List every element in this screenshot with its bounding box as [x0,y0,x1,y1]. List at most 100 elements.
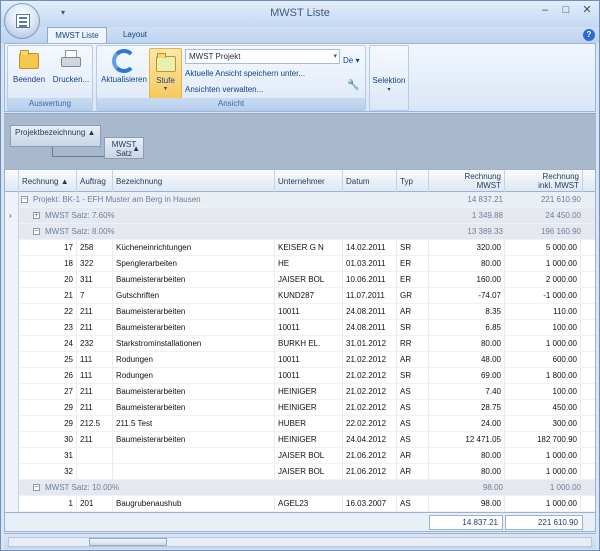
cell-unternehmer[interactable]: JAISER BOL [275,464,343,480]
cell-unternehmer[interactable]: 10011 [275,320,343,336]
table-row[interactable]: 30 211 Baumeisterarbeiten HEINIGER 24.04.201… [19,432,595,448]
horizontal-scrollbar[interactable] [8,537,592,547]
cell-rechnung[interactable]: 23 [19,320,77,336]
cell-mwst[interactable]: 8.35 [429,304,505,320]
cell-incl[interactable]: 1 000.00 [505,496,581,512]
beenden-button[interactable]: Beenden [11,49,47,84]
cell-auftrag[interactable]: 211 [77,304,113,320]
collapse-icon[interactable]: − [33,228,40,235]
cell-auftrag[interactable]: 211 [77,400,113,416]
cell-incl[interactable]: 300.00 [505,416,581,432]
header-unternehmer[interactable]: Unternehmer [275,170,343,192]
wrench-icon[interactable]: 🔧 [347,80,359,91]
cell-typ[interactable]: SR [397,368,429,384]
cell-incl[interactable]: 450.00 [505,400,581,416]
cell-unternehmer[interactable]: 10011 [275,368,343,384]
cell-datum[interactable]: 24.04.2012 [343,432,397,448]
cell-unternehmer[interactable]: JAISER BOL [275,448,343,464]
table-row[interactable]: 25 111 Rodungen 10011 21.02.2012 AR 48.00 600.0… [19,352,595,368]
cell-mwst[interactable]: 80.00 [429,464,505,480]
header-typ[interactable]: Typ [397,170,429,192]
cell-rechnung[interactable]: 29 [19,416,77,432]
header-datum[interactable]: Datum [343,170,397,192]
cell-auftrag[interactable]: 212.5 [77,416,113,432]
cell-incl[interactable]: 100.00 [505,320,581,336]
cell-rechnung[interactable]: 32 [19,464,77,480]
cell-bezeichnung[interactable]: Baumeisterarbeiten [113,400,275,416]
cell-auftrag[interactable]: 201 [77,496,113,512]
header-rechnung-inkl-mwst[interactable]: Rechnung inkl. MWST [505,170,583,192]
cell-incl[interactable]: -1 000.00 [505,288,581,304]
cell-incl[interactable]: 1 000.00 [505,336,581,352]
cell-mwst[interactable]: 98.00 [429,496,505,512]
cell-incl[interactable]: 5 000.00 [505,240,581,256]
cell-rechnung[interactable]: 30 [19,432,77,448]
cell-mwst[interactable]: 80.00 [429,256,505,272]
cell-incl[interactable]: 600.00 [505,352,581,368]
table-row[interactable]: 26 111 Rodungen 10011 21.02.2012 SR 69.00 1 800… [19,368,595,384]
group-row-mwst-8-00[interactable]: − MWST Satz: 8.00% 13 389.33 196 160.90 [19,224,595,240]
cell-datum[interactable]: 16.03.2007 [343,496,397,512]
manage-views-button[interactable]: Ansichten verwalten... [185,85,263,94]
cell-auftrag[interactable]: 7 [77,288,113,304]
group-row-mwst-10-00[interactable]: − MWST Satz: 10.00% 98.00 1 000.00 [19,480,595,496]
cell-datum[interactable]: 01.03.2011 [343,256,397,272]
cell-typ[interactable]: ER [397,256,429,272]
language-dropdown[interactable]: De ▾ [343,56,359,65]
cell-bezeichnung[interactable]: Spenglerarbeiten [113,256,275,272]
cell-auftrag[interactable]: 311 [77,272,113,288]
cell-mwst[interactable]: 160.00 [429,272,505,288]
cell-datum[interactable]: 21.02.2012 [343,352,397,368]
cell-mwst[interactable]: 24.00 [429,416,505,432]
cell-bezeichnung[interactable]: Kücheneinrichtungen [113,240,275,256]
table-row[interactable]: 18 322 Spenglerarbeiten HE 01.03.2011 ER 80.00… [19,256,595,272]
cell-typ[interactable]: GR [397,288,429,304]
view-select[interactable]: MWST Projekt ▾ [185,49,340,64]
cell-auftrag[interactable]: 232 [77,336,113,352]
expand-icon[interactable]: + [33,212,40,219]
cell-incl[interactable]: 1 000.00 [505,256,581,272]
cell-datum[interactable]: 24.08.2011 [343,320,397,336]
table-row[interactable]: 22 211 Baumeisterarbeiten 10011 24.08.2011 AR… [19,304,595,320]
cell-typ[interactable]: AR [397,352,429,368]
cell-bezeichnung[interactable]: Rodungen [113,352,275,368]
cell-mwst[interactable]: 80.00 [429,336,505,352]
cell-bezeichnung[interactable]: Starkstrominstallationen [113,336,275,352]
cell-datum[interactable]: 22.02.2012 [343,416,397,432]
cell-rechnung[interactable]: 17 [19,240,77,256]
cell-auftrag[interactable]: 211 [77,320,113,336]
cell-rechnung[interactable]: 1 [19,496,77,512]
aktualisieren-button[interactable]: Aktualisieren [99,49,149,84]
cell-datum[interactable]: 21.02.2012 [343,400,397,416]
save-view-button[interactable]: Aktuelle Ansicht speichern unter... [185,69,305,78]
cell-bezeichnung[interactable]: Gutschriften [113,288,275,304]
cell-mwst[interactable]: 28.75 [429,400,505,416]
cell-auftrag[interactable]: 211 [77,432,113,448]
cell-typ[interactable]: SR [397,320,429,336]
table-row[interactable]: 32 JAISER BOL 21.06.2012 AR 80.00 1 000.00 [19,464,595,480]
cell-bezeichnung[interactable] [113,448,275,464]
stufe-button[interactable]: Stufe ▾ [149,48,182,100]
cell-unternehmer[interactable]: KEISER G N [275,240,343,256]
cell-auftrag[interactable]: 111 [77,368,113,384]
cell-datum[interactable]: 31.01.2012 [343,336,397,352]
cell-mwst[interactable]: 7.40 [429,384,505,400]
cell-unternehmer[interactable]: 10011 [275,304,343,320]
cell-bezeichnung[interactable]: Baumeisterarbeiten [113,432,275,448]
cell-auftrag[interactable]: 111 [77,352,113,368]
application-menu-button[interactable] [4,3,40,39]
cell-datum[interactable]: 10.06.2011 [343,272,397,288]
table-row[interactable]: 17 258 Kücheneinrichtungen KEISER G N 14.02.… [19,240,595,256]
header-rechnung[interactable]: Rechnung ▲ [19,170,77,192]
cell-auftrag[interactable] [77,464,113,480]
cell-auftrag[interactable] [77,448,113,464]
cell-incl[interactable]: 1 800.00 [505,368,581,384]
cell-unternehmer[interactable]: HEINIGER [275,400,343,416]
cell-typ[interactable]: AS [397,416,429,432]
cell-incl[interactable]: 182 700.90 [505,432,581,448]
cell-unternehmer[interactable]: BURKH EL. [275,336,343,352]
ribbon-group-selektion[interactable]: Selektion ▾ [369,45,409,111]
table-row[interactable]: 29 212.5 211.5 Test HUBER 22.02.2012 AS 24.00 3… [19,416,595,432]
cell-bezeichnung[interactable]: Rodungen [113,368,275,384]
cell-rechnung[interactable]: 27 [19,384,77,400]
